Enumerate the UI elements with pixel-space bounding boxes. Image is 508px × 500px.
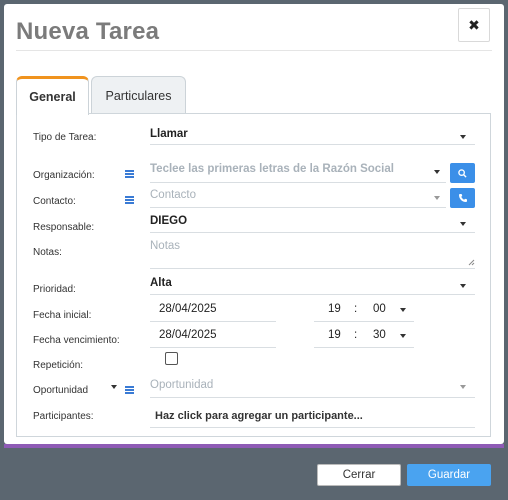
contacto-label: Contacto: (33, 196, 76, 207)
notas-underline (150, 268, 475, 269)
chevron-down-icon[interactable] (460, 284, 466, 288)
oportunidad-underline (150, 397, 475, 398)
close-button[interactable]: ✖ (458, 8, 490, 42)
fecha-inicial-minute[interactable]: 00 (373, 303, 386, 315)
save-button[interactable]: Guardar (407, 464, 491, 486)
fecha-venc-hour[interactable]: 19 (328, 329, 341, 341)
phone-icon (458, 194, 467, 202)
contacto-input[interactable]: Contacto (150, 189, 196, 201)
responsable-label: Responsable: (33, 222, 95, 233)
tipo-label: Tipo de Tarea: (33, 132, 97, 143)
participantes-underline (150, 427, 475, 428)
fecha-inicial-label: Fecha inicial: (33, 310, 92, 321)
prioridad-select-value[interactable]: Alta (150, 277, 172, 289)
chevron-down-icon[interactable] (400, 308, 406, 312)
organizacion-underline (150, 182, 446, 183)
modal-footer: Cerrar Guardar (4, 448, 504, 500)
tab-particulares[interactable]: Particulares (91, 76, 186, 114)
tab-general[interactable]: General (16, 76, 89, 115)
chevron-down-icon[interactable] (434, 196, 440, 200)
phone-button[interactable] (450, 188, 475, 208)
participantes-add[interactable]: Haz click para agregar un participante..… (155, 410, 363, 422)
list-icon[interactable] (125, 170, 134, 178)
chevron-down-icon[interactable] (111, 385, 117, 389)
search-icon (458, 168, 467, 178)
fecha-inicial-date-underline (150, 321, 276, 322)
fecha-venc-time-underline (314, 347, 414, 348)
oportunidad-label[interactable]: Oportunidad (33, 385, 88, 396)
form-panel: Tipo de Tarea: Llamar Organización: Tecl… (16, 113, 491, 437)
notas-label: Notas: (33, 247, 62, 258)
fecha-venc-date-underline (150, 347, 276, 348)
chevron-down-icon[interactable] (434, 170, 440, 174)
organizacion-input[interactable]: Teclee las primeras letras de la Razón S… (150, 163, 394, 175)
fecha-venc-label: Fecha vencimiento: (33, 335, 120, 346)
search-button[interactable] (450, 163, 475, 183)
resize-handle-icon[interactable] (468, 259, 475, 266)
time-separator: : (354, 303, 358, 315)
cancel-button[interactable]: Cerrar (317, 464, 401, 486)
repeticion-checkbox[interactable] (165, 352, 178, 365)
chevron-down-icon[interactable] (460, 385, 466, 389)
prioridad-label: Prioridad: (33, 284, 76, 295)
list-icon[interactable] (125, 386, 134, 394)
fecha-venc-date[interactable]: 28/04/2025 (159, 329, 217, 341)
fecha-inicial-date[interactable]: 28/04/2025 (159, 303, 217, 315)
list-icon[interactable] (125, 196, 134, 204)
prioridad-underline (150, 294, 475, 295)
time-separator: : (354, 329, 358, 341)
fecha-inicial-time-underline (314, 321, 414, 322)
chevron-down-icon[interactable] (460, 135, 466, 139)
notas-textarea[interactable]: Notas (150, 240, 180, 252)
contacto-underline (150, 207, 446, 208)
tipo-select-value[interactable]: Llamar (150, 128, 188, 140)
title-divider (16, 50, 492, 51)
chevron-down-icon[interactable] (460, 222, 466, 226)
modal-title: Nueva Tarea (16, 18, 160, 45)
responsable-select-value[interactable]: DIEGO (150, 215, 187, 227)
organizacion-label: Organización: (33, 170, 95, 181)
responsable-underline (150, 232, 475, 233)
participantes-label: Participantes: (33, 411, 94, 422)
fecha-venc-minute[interactable]: 30 (373, 329, 386, 341)
repeticion-label: Repetición: (33, 360, 84, 371)
task-modal: Nueva Tarea ✖ General Particulares Tipo … (4, 4, 504, 444)
chevron-down-icon[interactable] (400, 334, 406, 338)
tipo-underline (150, 144, 475, 145)
fecha-inicial-hour[interactable]: 19 (328, 303, 341, 315)
oportunidad-input[interactable]: Oportunidad (150, 379, 213, 391)
